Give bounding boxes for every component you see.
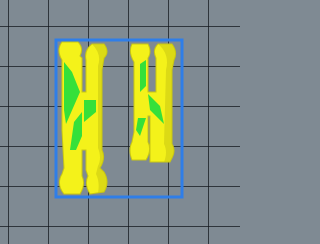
build-plate-viewport[interactable] xyxy=(0,0,240,244)
model-part-right[interactable] xyxy=(129,43,177,163)
scene-canvas xyxy=(54,38,184,199)
model-part-left[interactable] xyxy=(58,41,108,195)
